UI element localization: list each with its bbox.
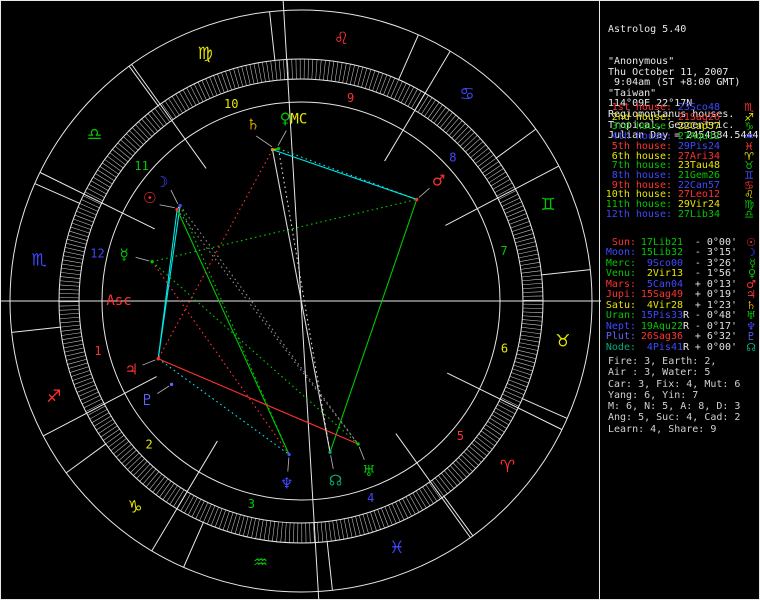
- retrograde-flag: [683, 332, 690, 342]
- gemini-sign-icon: ♊: [540, 195, 555, 215]
- ascendant-label: Asc: [106, 293, 131, 309]
- planet-list: Sun: 17Lib21 - 0°00' ☉ Moon: 15Lib32 - 3°15'…: [605, 237, 756, 354]
- planet-glyph-icon: ☊: [746, 340, 756, 354]
- planet-dot-moon: [178, 203, 182, 208]
- planet-dot-pluto: [169, 382, 174, 387]
- chart-wheel: ♈♉♊♋♌♍♎♏♐♑♒♓123 456789101112☉☽☿♀♂♃♄♅♆♇☊As…: [1, 1, 601, 599]
- planet-glyph-uranus: ♅: [362, 462, 375, 480]
- planet-declination: + 0°00': [694, 341, 737, 353]
- house-number-3: 3: [248, 497, 255, 511]
- planet-glyph-jupiter: ♃: [125, 361, 138, 379]
- planet-dot-uranus: [356, 442, 360, 446]
- planet-declination: + 6°32': [694, 331, 737, 343]
- planet-dot-mars: [415, 197, 419, 202]
- house-number-6: 6: [501, 341, 508, 355]
- planet-glyph-mars: ♂: [432, 171, 445, 189]
- aries-sign-icon: ♈: [500, 457, 515, 477]
- stat-line-1: Fire: 3, Earth: 2,: [608, 356, 717, 367]
- planet-dot-venus: [276, 146, 281, 151]
- planet-dot-mercury: [150, 259, 154, 264]
- stat-line-7: Learn: 4, Share: 9: [608, 423, 717, 435]
- app-title: Astrolog 5.40: [608, 24, 687, 36]
- house-number-11: 11: [134, 159, 148, 173]
- leo-sign-icon: ♌: [334, 29, 349, 49]
- astrolog-window: ♈ ♉ ♊ ♋ ♌ ♍ ♎ ♏ ♐ ♑ ♒ ♓ 1 2 3 4 5 6 7 8 9 10 11 12 ☉ ☽ ☿ ♀ ♂ ♃ ♄ ♅ ♆ ♇ ☊ As…: [0, 0, 760, 600]
- aspect-lines: [151, 148, 418, 455]
- house-number-9: 9: [347, 91, 354, 105]
- retrograde-flag: R: [683, 341, 690, 353]
- planet-glyph-moon: ☽: [155, 173, 168, 191]
- planet-position-value: 4Pis41: [640, 341, 683, 353]
- house-number-7: 7: [500, 244, 507, 258]
- house-number-12: 12: [90, 247, 104, 261]
- planet-glyph-mercury: ☿: [119, 245, 128, 263]
- header-line-1: "Anonymous": [608, 55, 675, 67]
- planet-row: Plut: 26Sag36 + 6°32' ♇: [605, 331, 756, 343]
- planet-dot-neptune: [287, 452, 291, 457]
- taurus-sign-icon: ♉: [555, 332, 570, 352]
- midheaven-label: MC: [290, 111, 307, 127]
- house-number-5: 5: [457, 429, 464, 443]
- sagittarius-sign-icon: ♐: [46, 387, 61, 407]
- aquarius-sign-icon: ♒: [253, 553, 268, 573]
- planet-dot-saturn: [270, 147, 275, 152]
- panel-divider: [599, 1, 600, 599]
- planet-label: Plut:: [605, 331, 636, 343]
- libra-sign-icon: ♎: [87, 125, 102, 145]
- planet-dot-node: [328, 450, 332, 454]
- house-number-8: 8: [449, 150, 456, 164]
- planet-dot-sun: [175, 207, 179, 212]
- virgo-sign-icon: ♍: [198, 44, 213, 64]
- scorpio-sign-icon: ♏: [31, 250, 46, 270]
- stat-line-5: M: 6, N: 5, A: 8, D: 3: [608, 401, 741, 413]
- planet-position-value: 26Sag36: [640, 331, 683, 343]
- capricorn-sign-icon: ♑: [127, 498, 142, 518]
- house-number-4: 4: [367, 491, 374, 505]
- house-number-10: 10: [224, 97, 238, 111]
- house-label: 12th house:: [605, 208, 672, 220]
- libra-sign-icon: ♎: [744, 207, 754, 221]
- house-number-2: 2: [146, 438, 153, 452]
- stat-line-6: Ang: 5, Suc: 4, Cad: 2: [608, 412, 741, 424]
- stat-line-2: Air : 3, Water: 5: [608, 367, 711, 379]
- planet-glyph-sun: ☉: [143, 189, 156, 207]
- planet-label: Node:: [605, 341, 636, 353]
- planet-glyph-saturn: ♄: [246, 115, 259, 133]
- house-cusp-value: 27Lib34: [677, 208, 720, 220]
- planet-glyph-pluto: ♇: [140, 391, 153, 409]
- angle-labels: Asc MC: [106, 111, 307, 309]
- planet-glyph-neptune: ♆: [280, 474, 293, 492]
- info-panel: Astrolog 5.40 "Anonymous" Thu October 11,…: [601, 1, 759, 599]
- pisces-sign-icon: ♓: [389, 538, 404, 558]
- planet-row: Node: 4Pis41 R + 0°00' ☊: [605, 340, 756, 354]
- cancer-sign-icon: ♋: [459, 84, 474, 104]
- stat-line-3: Car: 3, Fix: 4, Mut: 6: [608, 378, 741, 390]
- planet-dot-jupiter: [156, 357, 160, 361]
- house-row: 12th house: 27Lib34 ♎: [605, 207, 754, 221]
- house-number-1: 1: [94, 344, 101, 358]
- stat-line-4: Yang: 6, Yin: 7: [608, 389, 699, 401]
- planet-glyph-venus: ♀: [280, 110, 291, 128]
- house-list: 1st house: 23Sco48 ♏ 2nd house: 21Sag26 ♐ 3r…: [605, 102, 754, 221]
- element-stats: Fire: 3, Earth: 2, Air : 3, Water: 5 Car: …: [608, 356, 740, 435]
- planet-glyph-node: ☊: [329, 472, 342, 490]
